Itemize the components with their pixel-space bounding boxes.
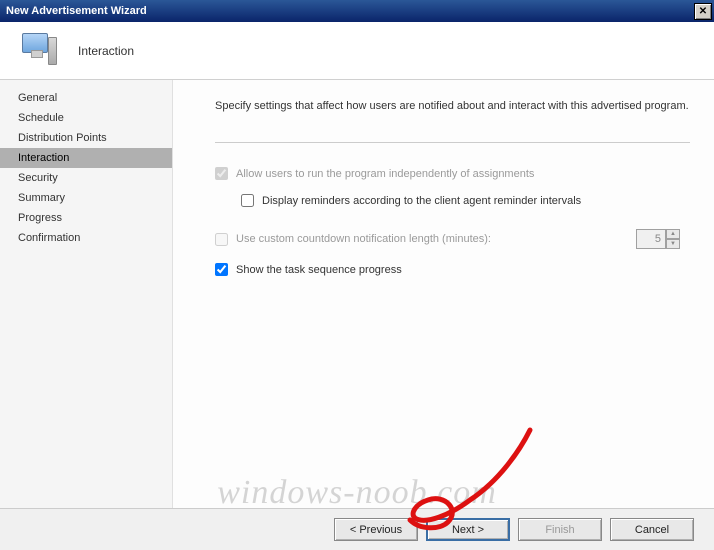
- close-button[interactable]: ✕: [694, 3, 712, 20]
- allow-run-checkbox: [215, 167, 228, 180]
- sidebar-item-confirmation[interactable]: Confirmation: [0, 228, 172, 248]
- sidebar-item-label: Schedule: [18, 112, 64, 124]
- divider: [215, 142, 690, 143]
- custom-countdown-label: Use custom countdown notification length…: [236, 233, 491, 245]
- sidebar: General Schedule Distribution Points Int…: [0, 80, 172, 508]
- previous-button[interactable]: < Previous: [334, 518, 418, 541]
- sidebar-item-label: General: [18, 92, 57, 104]
- sidebar-item-label: Summary: [18, 192, 65, 204]
- display-reminders-label: Display reminders according to the clien…: [262, 195, 581, 207]
- sidebar-item-label: Progress: [18, 212, 62, 224]
- wizard-header: Interaction: [0, 22, 714, 80]
- sidebar-item-security[interactable]: Security: [0, 168, 172, 188]
- wizard-footer: < Previous Next > Finish Cancel: [0, 508, 714, 550]
- cancel-button[interactable]: Cancel: [610, 518, 694, 541]
- content-panel: Specify settings that affect how users a…: [172, 80, 714, 508]
- sidebar-item-schedule[interactable]: Schedule: [0, 108, 172, 128]
- finish-button: Finish: [518, 518, 602, 541]
- custom-countdown-checkbox: [215, 233, 228, 246]
- wizard-body: General Schedule Distribution Points Int…: [0, 80, 714, 508]
- sidebar-item-summary[interactable]: Summary: [0, 188, 172, 208]
- sidebar-item-distribution-points[interactable]: Distribution Points: [0, 128, 172, 148]
- display-reminders-checkbox[interactable]: [241, 194, 254, 207]
- option-allow-run: Allow users to run the program independe…: [215, 167, 690, 180]
- countdown-spinner: ▲ ▼: [636, 229, 680, 249]
- sidebar-item-label: Distribution Points: [18, 132, 107, 144]
- option-display-reminders: Display reminders according to the clien…: [215, 194, 690, 207]
- page-title: Interaction: [78, 44, 134, 58]
- sidebar-item-label: Confirmation: [18, 232, 80, 244]
- option-show-progress: Show the task sequence progress: [215, 263, 690, 276]
- spinner-up-icon: ▲: [666, 229, 680, 239]
- computer-icon: [18, 31, 58, 71]
- titlebar: New Advertisement Wizard ✕: [0, 0, 714, 22]
- sidebar-item-general[interactable]: General: [0, 88, 172, 108]
- sidebar-item-label: Interaction: [18, 152, 69, 164]
- option-custom-countdown: Use custom countdown notification length…: [215, 229, 690, 249]
- next-button[interactable]: Next >: [426, 518, 510, 541]
- spinner-down-icon: ▼: [666, 239, 680, 249]
- allow-run-label: Allow users to run the program independe…: [236, 168, 534, 180]
- description-text: Specify settings that affect how users a…: [215, 100, 690, 112]
- window-title: New Advertisement Wizard: [6, 5, 147, 17]
- sidebar-item-progress[interactable]: Progress: [0, 208, 172, 228]
- countdown-input: [636, 229, 666, 249]
- sidebar-item-label: Security: [18, 172, 58, 184]
- show-progress-label: Show the task sequence progress: [236, 264, 402, 276]
- show-progress-checkbox[interactable]: [215, 263, 228, 276]
- close-icon: ✕: [699, 6, 707, 17]
- sidebar-item-interaction[interactable]: Interaction: [0, 148, 172, 168]
